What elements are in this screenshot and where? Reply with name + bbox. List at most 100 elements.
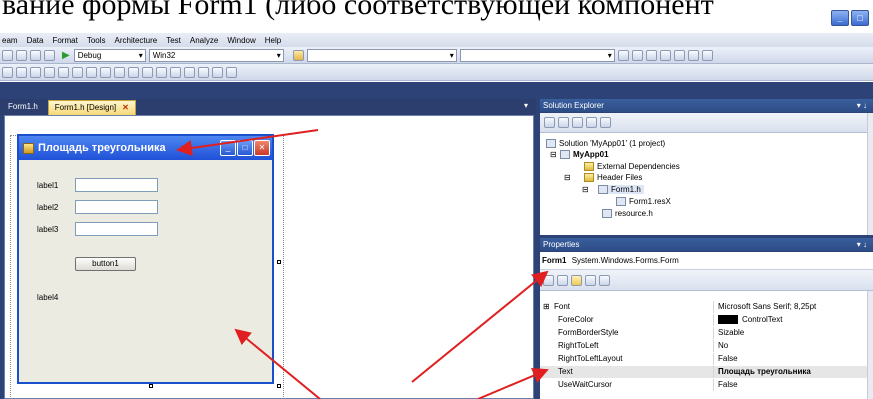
send-to-back-icon[interactable] (198, 66, 209, 78)
find-combo[interactable] (306, 48, 457, 62)
align-bottoms-icon[interactable] (72, 66, 83, 78)
alphabetical-icon[interactable] (557, 274, 568, 286)
tab-form1-h[interactable]: Form1.h (2, 100, 44, 115)
find-icon[interactable] (292, 49, 304, 61)
tree-toggle-project[interactable]: ⊟ (550, 150, 557, 159)
start-debug-icon[interactable]: ▶ (62, 50, 70, 61)
redo-icon[interactable] (16, 49, 27, 61)
object-selector[interactable]: Form1 System.Windows.Forms.Form (540, 252, 873, 270)
menu-data[interactable]: Data (27, 36, 44, 45)
properties-icon[interactable] (544, 117, 555, 128)
align-rights-icon[interactable] (30, 66, 41, 78)
property-row-forecolor[interactable]: ForeColor ControlText (540, 314, 873, 326)
menu-format[interactable]: Format (52, 36, 77, 45)
label3[interactable]: label3 (37, 225, 58, 234)
bring-to-front-icon[interactable] (184, 66, 195, 78)
align-lefts-icon[interactable] (2, 66, 13, 78)
search-combo[interactable] (459, 48, 615, 62)
property-value[interactable]: False (715, 379, 738, 391)
center-horizontally-icon[interactable] (156, 66, 167, 78)
textbox1[interactable] (75, 178, 158, 192)
tab-form1-design[interactable]: Form1.h [Design] ✕ (47, 100, 136, 115)
property-row-righttoleft[interactable]: RightToLeft No (540, 340, 873, 352)
horizontal-spacing-icon[interactable] (128, 66, 139, 78)
events-icon[interactable] (585, 274, 596, 286)
platform-select[interactable]: Win32 (148, 48, 284, 62)
properties-pin-icon[interactable]: ▾ ↓ (857, 238, 867, 251)
save-icon[interactable] (44, 49, 55, 61)
center-vertically-icon[interactable] (170, 66, 181, 78)
align-centers-icon[interactable] (16, 66, 27, 78)
toolbox-icon[interactable] (659, 49, 671, 61)
tree-item-external-dependencies[interactable]: External Dependencies (584, 162, 680, 172)
new-item-icon[interactable] (30, 49, 41, 61)
property-row-text[interactable]: Text Площадь треугольника (540, 366, 873, 378)
tree-toggle-header-files[interactable]: ⊟ (564, 173, 571, 182)
configuration-select[interactable]: Debug (73, 48, 146, 62)
label2[interactable]: label2 (37, 203, 58, 212)
solution-explorer-pin-icon[interactable]: ▾ ↓ (857, 99, 867, 112)
property-row-usewaitcursor[interactable]: UseWaitCursor False (540, 379, 873, 391)
menu-team[interactable]: eam (2, 36, 18, 45)
object-browser-icon[interactable] (645, 49, 657, 61)
form-minimize-button[interactable]: _ (220, 140, 236, 156)
property-value-wrap[interactable]: ControlText (715, 314, 782, 326)
properties-view-icon[interactable] (571, 274, 582, 286)
solution-scrollbar[interactable] (867, 113, 873, 235)
property-value[interactable]: Sizable (715, 327, 744, 339)
property-value[interactable]: No (715, 340, 728, 352)
solution-explorer-icon[interactable] (617, 49, 629, 61)
menu-architecture[interactable]: Architecture (115, 36, 158, 45)
view-code-icon[interactable] (586, 117, 597, 128)
lock-controls-icon[interactable] (226, 66, 237, 78)
form-maximize-button[interactable]: □ (237, 140, 253, 156)
make-same-height-icon[interactable] (100, 66, 111, 78)
tree-toggle-form1-h[interactable]: ⊟ (582, 185, 589, 194)
make-same-width-icon[interactable] (86, 66, 97, 78)
textbox2[interactable] (75, 200, 158, 214)
property-value[interactable]: Microsoft Sans Serif; 8,25pt (715, 301, 816, 313)
menu-window[interactable]: Window (227, 36, 255, 45)
vertical-spacing-icon[interactable] (142, 66, 153, 78)
property-pages-icon[interactable] (599, 274, 610, 286)
tree-item-solution[interactable]: Solution 'MyApp01' (1 project) (546, 139, 665, 149)
tree-item-resource-h[interactable]: resource.h (602, 209, 653, 219)
property-row-righttoleftlayout[interactable]: RightToLeftLayout False (540, 353, 873, 365)
tree-item-form1-resx[interactable]: Form1.resX (616, 197, 671, 207)
tree-item-header-files[interactable]: Header Files (584, 173, 642, 183)
menu-help[interactable]: Help (265, 36, 281, 45)
show-all-files-icon[interactable] (558, 117, 569, 128)
start-page-icon[interactable] (701, 49, 713, 61)
properties-icon[interactable] (631, 49, 643, 61)
property-row-formborderstyle[interactable]: FormBorderStyle Sizable (540, 327, 873, 339)
resize-handle-bottom[interactable] (149, 384, 153, 388)
close-tab-icon[interactable]: ✕ (122, 103, 129, 113)
tree-item-form1-h[interactable]: Form1.h (598, 185, 644, 195)
make-same-size-icon[interactable] (114, 66, 125, 78)
property-value[interactable]: Площадь треугольника (715, 366, 811, 378)
label4[interactable]: label4 (37, 293, 58, 302)
class-view-icon[interactable] (673, 49, 685, 61)
minimize-button[interactable]: _ (831, 10, 849, 26)
tab-dropdown-icon[interactable]: ▾ (524, 101, 528, 110)
form1-window[interactable]: Площадь треугольника _ □ ✕ label1 label2… (17, 134, 274, 384)
menu-analyze[interactable]: Analyze (190, 36, 218, 45)
refresh-icon[interactable] (572, 117, 583, 128)
align-middles-icon[interactable] (58, 66, 69, 78)
menu-test[interactable]: Test (166, 36, 181, 45)
categorized-icon[interactable] (543, 274, 554, 286)
button1[interactable]: button1 (75, 257, 136, 271)
align-tops-icon[interactable] (44, 66, 55, 78)
label1[interactable]: label1 (37, 181, 58, 190)
team-explorer-icon[interactable] (687, 49, 699, 61)
undo-icon[interactable] (2, 49, 13, 61)
resize-handle-right[interactable] (277, 260, 281, 264)
properties-scrollbar[interactable] (867, 291, 873, 399)
property-value[interactable]: False (715, 353, 738, 365)
menu-tools[interactable]: Tools (87, 36, 106, 45)
resize-handle-corner[interactable] (277, 384, 281, 388)
tab-order-icon[interactable] (212, 66, 223, 78)
form-close-button[interactable]: ✕ (254, 140, 270, 156)
maximize-button[interactable]: □ (851, 10, 869, 26)
property-row-font[interactable]: ⊞ Font Microsoft Sans Serif; 8,25pt (540, 301, 873, 313)
